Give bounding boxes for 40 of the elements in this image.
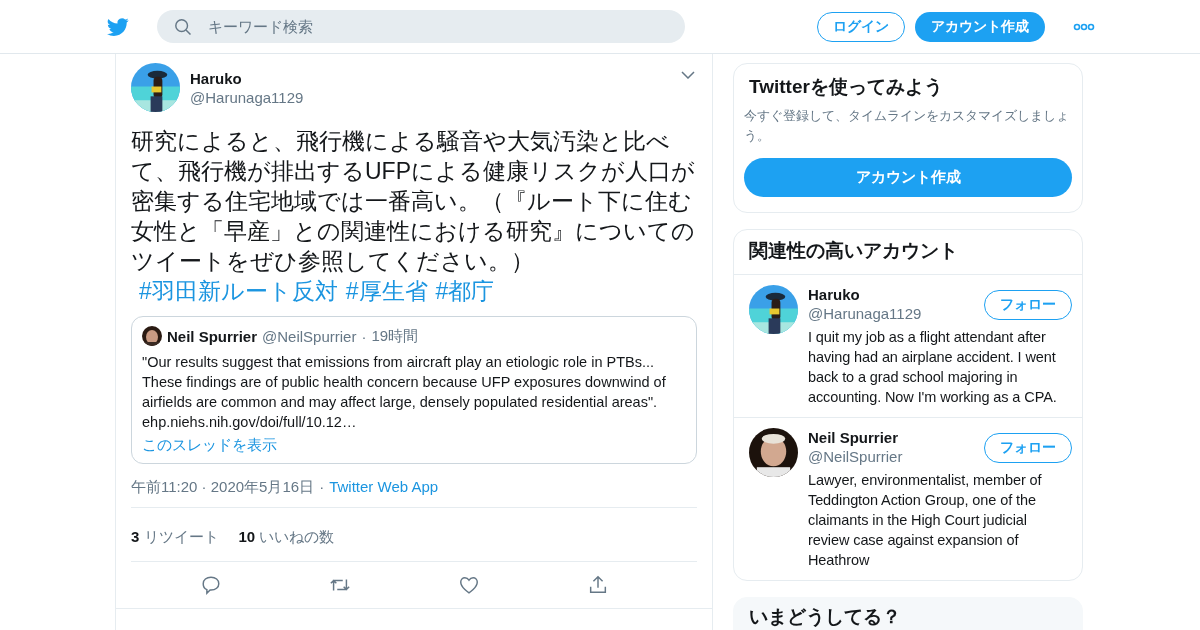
card-title: 関連性の高いアカウント <box>734 230 1082 275</box>
follow-button[interactable]: フォロー <box>984 290 1072 320</box>
hashtag-link[interactable]: #厚生省 <box>345 278 428 304</box>
account-handle[interactable]: @Harunaga1129 <box>808 304 922 323</box>
signup-button[interactable]: アカウント作成 <box>915 11 1045 42</box>
search-field[interactable]: キーワード検索 <box>157 10 685 43</box>
quoted-author-name: Neil Spurrier <box>167 327 258 345</box>
quoted-tweet-card[interactable] <box>131 316 697 464</box>
account-handle[interactable]: @NeilSpurrier <box>808 447 903 466</box>
tweet-text: 研究によると、飛行機による騒音や大気汚染と比べて、飛行機が排出するUFPによる健康リスクが人口が密集する住宅地域では一番高い。（『ルート下に住む女性と「早産」との関連性における研究』についてのツイートをぜひ参照してください。） #羽田新ルート反対 #厚生省 #都庁 <box>131 127 696 306</box>
author-name[interactable]: Haruko <box>190 68 304 88</box>
more-icon[interactable] <box>1073 22 1095 31</box>
card-title: いまどうしてる？ <box>749 605 902 629</box>
account-bio: Lawyer, environmentalist, member of Teddington Action Group, one of the claimants in the High Court judicial review case against expansion of Heathrow <box>808 471 1043 570</box>
quoted-tweet-time: 19時間 <box>371 326 419 346</box>
card-title: Twitterを使ってみよう <box>749 75 944 99</box>
heart-icon[interactable] <box>457 574 480 596</box>
card-text: 今すぐ登録して、タイムラインをカスタマイズしましょう。 <box>744 107 1070 145</box>
separator-dot: · <box>361 327 367 345</box>
show-thread-link[interactable]: このスレッドを表示 <box>142 436 277 453</box>
account-name[interactable]: Neil Spurrier <box>808 428 903 447</box>
quoted-tweet-text: "Our results suggest that emissions from aircraft play an etiologic role in PTBs... These findings are of public health concern because UFP exposures downwind of airfields are common and may affect large, densely populated residential areas". ehp.niehs.nih.gov/doi/full/10.12… <box>142 353 667 432</box>
separator-dot: · <box>319 478 325 497</box>
account-name[interactable]: Haruko <box>808 285 922 304</box>
tweet-timestamp[interactable]: 午前11:20 · 2020年5月16日 <box>131 478 315 497</box>
bird-logo-icon[interactable] <box>105 15 131 38</box>
tweet-source-link[interactable]: Twitter Web App <box>329 478 439 497</box>
quoted-author-handle: @NeilSpurrier <box>262 327 357 345</box>
author-handle[interactable]: @Harunaga1129 <box>190 87 304 107</box>
search-icon <box>174 18 192 36</box>
caret-icon[interactable] <box>681 71 695 79</box>
login-button[interactable]: ログイン <box>817 11 905 42</box>
hashtag-link[interactable]: #羽田新ルート反対 <box>139 278 338 304</box>
stat-link[interactable]: 3 リツイート <box>131 528 219 547</box>
account-bio: I quit my job as a flight attendant after having had an airplane accident. I went back to a grad school majoring in accounting. Now I'm working as a CPA. <box>808 328 1058 407</box>
signup-button[interactable]: アカウント作成 <box>744 158 1072 197</box>
hashtag-link[interactable]: #都庁 <box>435 278 495 304</box>
stat-link[interactable]: 10 いいねの数 <box>238 528 335 547</box>
follow-button[interactable]: フォロー <box>984 433 1072 463</box>
reply-icon[interactable] <box>199 574 222 596</box>
